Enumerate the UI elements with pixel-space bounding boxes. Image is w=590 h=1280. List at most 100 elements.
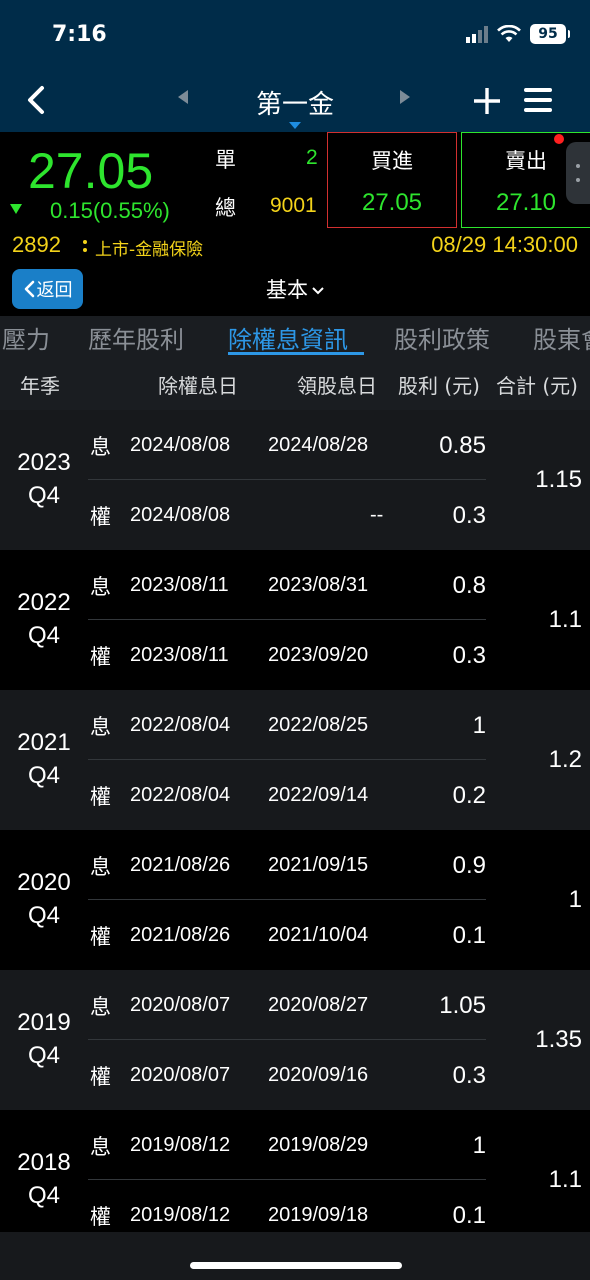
year: 2018: [17, 1149, 71, 1176]
buy-price: 27.05: [361, 189, 423, 216]
table-row: 2019 Q4 息 2020/08/07 2020/08/27 1.05 權 2020/08/…: [0, 970, 590, 1110]
ex-date: 2019/08/12: [130, 1134, 231, 1156]
next-stock-icon[interactable]: [400, 90, 410, 104]
cash-dividend-row: 息 2023/08/11 2023/08/31 0.8: [88, 550, 486, 620]
dividend-type: 權: [90, 925, 111, 949]
pay-date: 2022/09/14: [268, 784, 369, 806]
dividend-amount: 0.3: [452, 502, 486, 529]
stock-dividend-row: 權 2021/08/26 2021/10/04 0.1: [88, 900, 486, 970]
section-selector[interactable]: 基本: [0, 274, 590, 304]
pay-date: 2019/08/29: [268, 1134, 369, 1156]
down-arrow-icon: [10, 204, 22, 214]
tab-dividend-history[interactable]: 歷年股利: [88, 320, 184, 355]
col-total: 合計 (元): [496, 374, 578, 398]
table-row: 2023 Q4 息 2024/08/08 2024/08/28 0.85 權 2024/08/…: [0, 410, 590, 550]
year-quarter-cell: 2020 Q4: [0, 866, 88, 932]
dividend-amount: 0.8: [452, 572, 486, 599]
pay-date: 2019/09/18: [268, 1204, 369, 1226]
dividend-type: 權: [90, 785, 111, 809]
pay-date: --: [370, 504, 384, 526]
tab-pressure[interactable]: 壓力: [2, 320, 50, 355]
dividend-type: 權: [90, 645, 111, 669]
quote-panel: 27.05 0.15(0.55%) 單 2 總 9001 買進 27.05 賣出…: [0, 132, 590, 316]
wifi-icon: [497, 25, 521, 42]
dividend-amount: 1.05: [439, 992, 486, 1019]
dividend-type: 息: [90, 855, 111, 879]
year: 2019: [17, 1009, 71, 1036]
notification-dot-icon: [554, 134, 564, 144]
pay-date: 2023/08/31: [268, 574, 369, 596]
stock-dividend-row: 權 2020/08/07 2020/09/16 0.3: [88, 1040, 486, 1110]
bottom-safe-area: [0, 1232, 590, 1280]
tab-dividend-policy[interactable]: 股利政策: [394, 320, 490, 355]
dividend-amount: 0.1: [452, 922, 486, 949]
quarter: Q4: [27, 1042, 60, 1069]
stock-dividend-row: 權 2022/08/04 2022/09/14 0.2: [88, 760, 486, 830]
status-icons: 95: [466, 24, 570, 44]
side-panel-handle[interactable]: [566, 142, 590, 204]
total-dividend: 1.1: [548, 1166, 582, 1193]
total-dividend: 1.15: [535, 466, 582, 493]
ex-date: 2022/08/04: [130, 784, 231, 806]
dividend-amount: 0.85: [439, 432, 486, 459]
ex-date: 2020/08/07: [130, 994, 231, 1016]
ex-date: 2020/08/07: [130, 1064, 231, 1086]
quarter: Q4: [27, 622, 60, 649]
dividend-type: 息: [90, 435, 111, 459]
cash-dividend-row: 息 2024/08/08 2024/08/28 0.85: [88, 410, 486, 480]
table-header: 年季 除權息日 領股息日 股利 (元) 合計 (元): [0, 358, 590, 410]
dividend-type: 權: [90, 1065, 111, 1089]
single-volume: 2: [306, 146, 318, 169]
home-indicator: [190, 1262, 402, 1269]
stock-code: 2892: [12, 232, 61, 257]
cash-dividend-row: 息 2022/08/04 2022/08/25 1: [88, 690, 486, 760]
market-category: 上市-金融保險: [95, 240, 204, 260]
dividend-amount: 0.1: [452, 1202, 486, 1229]
dropdown-caret-icon: [289, 122, 301, 129]
year: 2020: [17, 869, 71, 896]
dividend-type: 息: [90, 1135, 111, 1159]
total-dividend: 1.35: [535, 1026, 582, 1053]
ex-date: 2019/08/12: [130, 1204, 231, 1226]
active-tab-indicator: [228, 352, 364, 355]
stock-dividend-row: 權 2023/08/11 2023/09/20 0.3: [88, 620, 486, 690]
more-dots-icon[interactable]: [82, 237, 88, 255]
single-volume-label: 單: [215, 148, 236, 172]
section-label: 基本: [266, 278, 308, 302]
year-quarter-cell: 2021 Q4: [0, 726, 88, 792]
quarter: Q4: [27, 1182, 60, 1209]
total-dividend: 1.1: [548, 606, 582, 633]
dividend-type: 權: [90, 505, 111, 529]
tab-ex-dividend-info[interactable]: 除權息資訊: [228, 320, 348, 355]
add-icon[interactable]: [472, 86, 502, 116]
table-row: 2018 Q4 息 2019/08/12 2019/08/29 1 權 2019/08/12 2…: [0, 1110, 590, 1250]
battery-icon: 95: [530, 24, 570, 44]
price-change: 0.15(0.55%): [50, 198, 170, 223]
quarter: Q4: [27, 762, 60, 789]
pay-date: 2022/08/25: [268, 714, 369, 736]
year-quarter-cell: 2019 Q4: [0, 1006, 88, 1072]
year: 2023: [17, 449, 71, 476]
ex-date: 2024/08/08: [130, 434, 231, 456]
dividend-amount: 0.9: [452, 852, 486, 879]
quarter: Q4: [27, 902, 60, 929]
menu-icon[interactable]: [524, 87, 552, 113]
dividend-amount: 0.3: [452, 1062, 486, 1089]
tab-shareholder-meeting[interactable]: 股東會: [533, 320, 590, 355]
buy-label: 買進: [371, 149, 413, 173]
status-time: 7:16: [52, 22, 107, 47]
pay-date: 2020/09/16: [268, 1064, 369, 1086]
quote-datetime: 08/29 14:30:00: [431, 232, 578, 257]
ex-date: 2023/08/11: [130, 644, 229, 666]
ex-date: 2023/08/11: [130, 574, 229, 596]
signal-icon: [466, 25, 488, 43]
year: 2022: [17, 589, 71, 616]
cash-dividend-row: 息 2021/08/26 2021/09/15 0.9: [88, 830, 486, 900]
buy-button[interactable]: 買進 27.05: [327, 132, 457, 228]
dividend-type: 息: [90, 715, 111, 739]
total-volume-label: 總: [215, 196, 236, 220]
col-dividend: 股利 (元): [398, 374, 480, 398]
pay-date: 2023/09/20: [268, 644, 369, 666]
dividend-type: 息: [90, 575, 111, 599]
total-dividend: 1.2: [548, 746, 582, 773]
